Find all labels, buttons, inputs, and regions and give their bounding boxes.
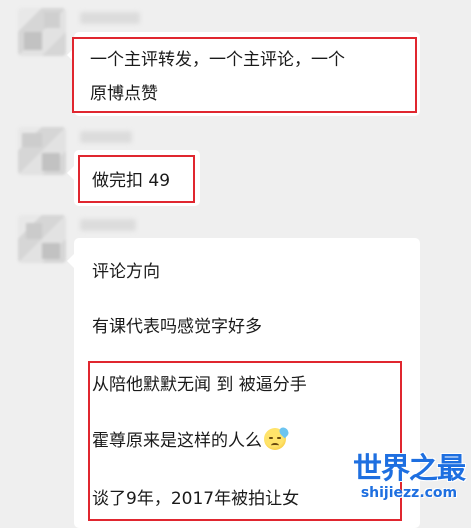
watermark-logo: 世界之最 shijiezz.com <box>352 451 466 502</box>
message-text: 评论方向 <box>92 262 160 282</box>
watermark-subtitle: shijiezz.com <box>360 485 458 501</box>
sender-name <box>80 219 136 231</box>
avatar[interactable] <box>18 8 66 56</box>
avatar[interactable] <box>18 127 66 175</box>
avatar[interactable] <box>18 215 66 263</box>
highlight-box <box>78 155 195 203</box>
message-text: 有课代表吗感觉字好多 <box>92 317 262 337</box>
sender-name <box>80 131 132 143</box>
highlight-box <box>72 37 417 113</box>
watermark-title: 世界之最 <box>352 451 466 485</box>
sender-name <box>80 12 140 24</box>
